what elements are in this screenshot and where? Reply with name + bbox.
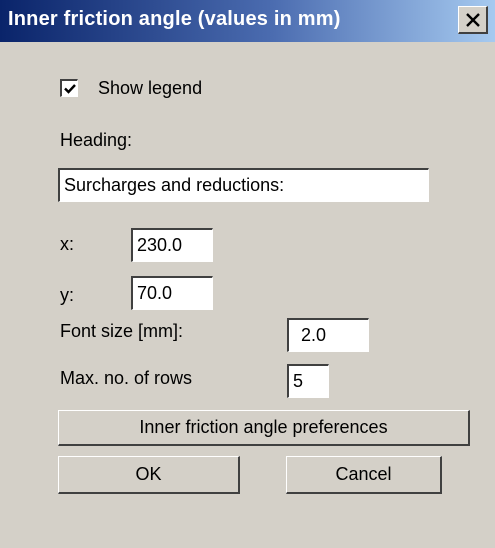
x-label: x:	[60, 234, 75, 254]
checkmark-icon	[64, 84, 76, 94]
y-input[interactable]: 70.0	[131, 276, 213, 310]
heading-input[interactable]: Surcharges and reductions:	[58, 168, 429, 202]
x-input[interactable]: 230.0	[131, 228, 213, 262]
window-title: Inner friction angle (values in mm)	[8, 8, 341, 30]
close-icon	[466, 13, 480, 27]
heading-label: Heading:	[60, 130, 133, 150]
font-size-label: Font size [mm]:	[60, 321, 184, 341]
show-legend-checkbox[interactable]	[60, 79, 78, 97]
y-label: y:	[60, 285, 75, 305]
title-bar[interactable]: Inner friction angle (values in mm)	[0, 0, 495, 42]
max-rows-input[interactable]: 5	[287, 364, 329, 398]
close-button[interactable]	[458, 6, 488, 34]
max-rows-label: Max. no. of rows	[60, 368, 193, 388]
dialog-window: Inner friction angle (values in mm) Show…	[0, 0, 495, 548]
ok-button[interactable]: OK	[58, 456, 240, 494]
preferences-button[interactable]: Inner friction angle preferences	[58, 410, 470, 446]
show-legend-label[interactable]: Show legend	[98, 78, 202, 99]
font-size-input[interactable]: 2.0	[287, 318, 369, 352]
cancel-button[interactable]: Cancel	[286, 456, 442, 494]
